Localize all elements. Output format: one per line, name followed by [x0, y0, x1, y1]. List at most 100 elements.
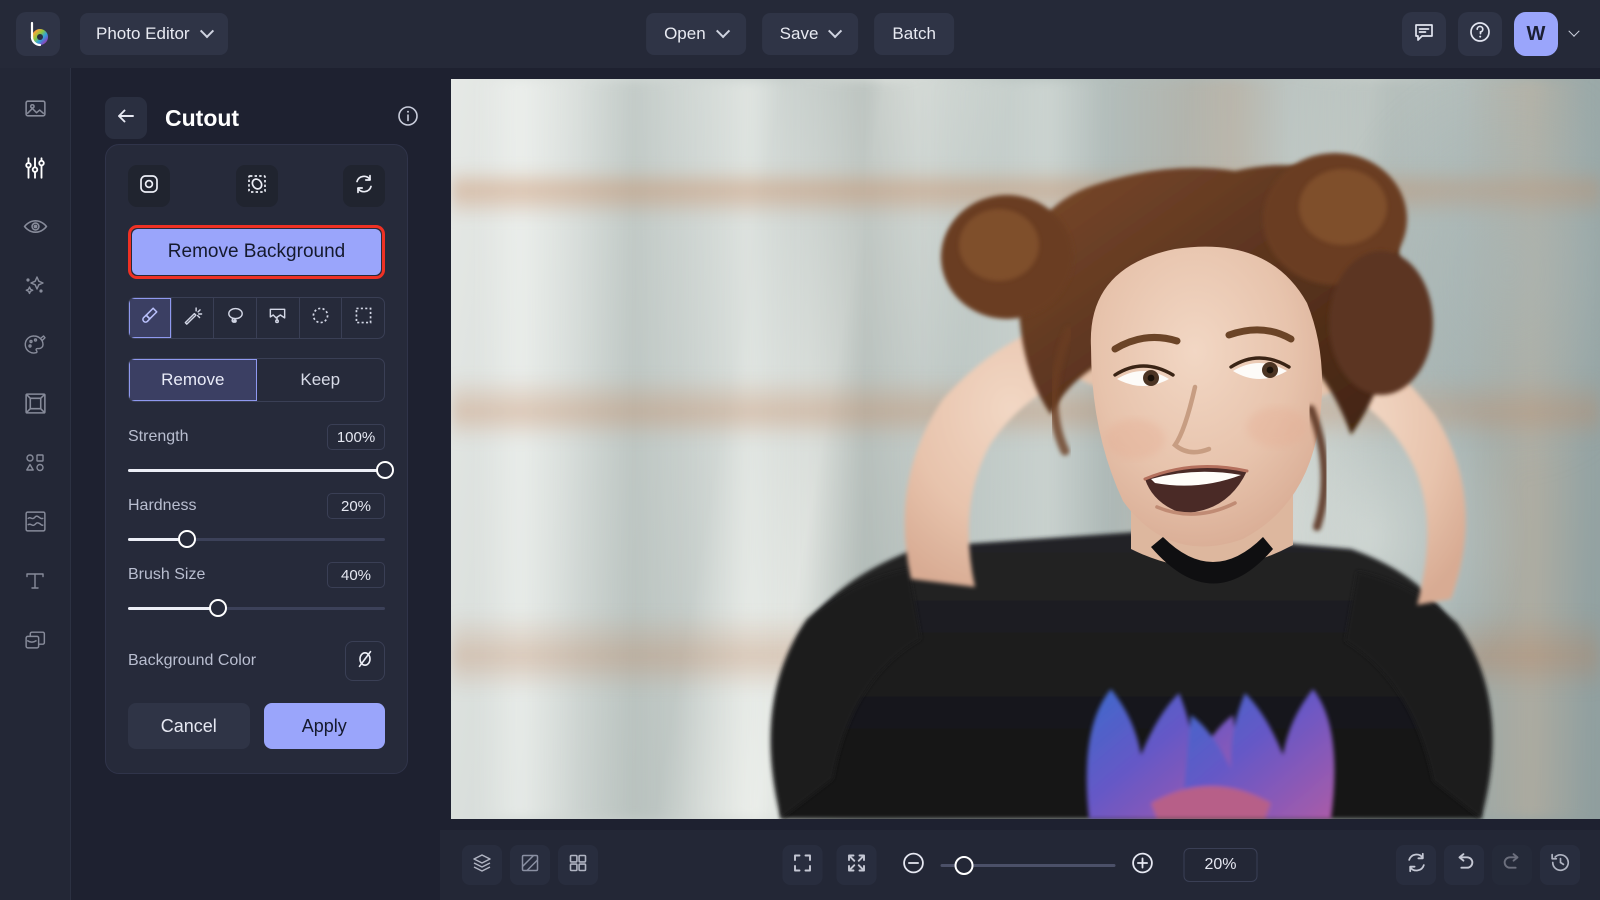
dashed-cutout-icon [246, 173, 268, 200]
strength-slider[interactable] [128, 461, 385, 479]
apply-button[interactable]: Apply [264, 703, 386, 749]
grid-button[interactable] [558, 845, 598, 885]
zoom-in-button[interactable] [1130, 850, 1156, 881]
avatar-initial: W [1527, 23, 1546, 46]
tool-lasso[interactable] [214, 298, 257, 338]
undo-button[interactable] [1444, 845, 1484, 885]
hardness-knob[interactable] [178, 530, 196, 548]
photo-editor-app: Photo Editor Open Save Batch [0, 0, 1600, 900]
no-color-slash-icon [354, 648, 376, 675]
shapes-icon [22, 450, 48, 481]
strength-knob[interactable] [376, 461, 394, 479]
apply-label: Apply [302, 716, 347, 737]
brush-size-value[interactable]: 40% [327, 562, 385, 588]
refresh-icon [353, 173, 375, 200]
tool-rail [0, 68, 71, 900]
app-switcher-button[interactable]: Photo Editor [80, 13, 228, 55]
layers-stack-icon [23, 627, 48, 657]
cutout-quick-actions [128, 165, 385, 207]
brush-size-knob[interactable] [209, 599, 227, 617]
tool-polygon-lasso[interactable] [257, 298, 300, 338]
mode-remove-button[interactable]: Remove [129, 359, 257, 401]
sidebar-item-touch-up[interactable] [13, 212, 57, 246]
top-toolbar: Photo Editor Open Save Batch [0, 0, 1600, 68]
reset-circular-arrows-icon [1405, 851, 1428, 879]
cutout-reset-button[interactable] [343, 165, 385, 207]
save-button[interactable]: Save [762, 13, 859, 55]
tool-brush[interactable] [129, 298, 172, 338]
cutout-preset-button[interactable] [128, 165, 170, 207]
dashed-ellipse-icon [310, 305, 331, 331]
brush-size-slider-head: Brush Size 40% [128, 562, 385, 588]
open-button[interactable]: Open [646, 13, 746, 55]
hardness-label: Hardness [128, 497, 196, 515]
layers-button[interactable] [462, 845, 502, 885]
tool-ellipse-select[interactable] [300, 298, 343, 338]
background-color-swatch[interactable] [345, 641, 385, 681]
feedback-button[interactable] [1402, 12, 1446, 56]
zoom-level-value[interactable]: 20% [1184, 848, 1258, 882]
eye-icon [22, 213, 49, 245]
image-icon [23, 96, 48, 126]
cutout-card: Remove Background [105, 144, 408, 774]
open-button-label: Open [664, 24, 706, 44]
panel-back-button[interactable] [105, 97, 147, 139]
app-logo-button[interactable] [16, 12, 60, 56]
photo-canvas[interactable] [451, 79, 1600, 819]
zoom-knob[interactable] [955, 856, 974, 875]
save-button-label: Save [780, 24, 819, 44]
lasso-icon [225, 305, 246, 331]
sidebar-item-image[interactable] [13, 94, 57, 128]
mode-segmented-control: Remove Keep [128, 358, 385, 402]
hardness-value[interactable]: 20% [327, 493, 385, 519]
sidebar-item-textures[interactable] [13, 507, 57, 541]
history-clock-icon [1549, 851, 1572, 879]
transparency-button[interactable] [510, 845, 550, 885]
help-button[interactable] [1458, 12, 1502, 56]
history-button[interactable] [1540, 845, 1580, 885]
actual-size-button[interactable] [837, 845, 877, 885]
strength-label: Strength [128, 428, 188, 446]
cancel-label: Cancel [161, 716, 217, 737]
mode-keep-button[interactable]: Keep [257, 359, 385, 401]
tool-magic-wand[interactable] [172, 298, 215, 338]
sidebar-item-effects[interactable] [13, 271, 57, 305]
cutout-marquee-button[interactable] [236, 165, 278, 207]
cancel-button[interactable]: Cancel [128, 703, 250, 749]
sidebar-item-artsy[interactable] [13, 330, 57, 364]
bottom-toolbar: 20% [440, 830, 1600, 900]
canvas-area[interactable] [440, 68, 1600, 830]
sidebar-item-text[interactable] [13, 566, 57, 600]
hardness-slider-block: Hardness 20% [128, 493, 385, 548]
brush-size-slider[interactable] [128, 599, 385, 617]
info-circle-icon [396, 104, 420, 133]
mode-remove-label: Remove [161, 370, 224, 390]
strength-slider-head: Strength 100% [128, 424, 385, 450]
avatar-chevron-down-icon[interactable] [1568, 26, 1579, 37]
sidebar-item-edit[interactable] [13, 153, 57, 187]
chevron-down-icon [716, 24, 730, 38]
fit-to-screen-button[interactable] [783, 845, 823, 885]
chat-bubble-icon [1413, 21, 1435, 48]
reset-button[interactable] [1396, 845, 1436, 885]
panel-info-button[interactable] [396, 104, 420, 133]
zoom-out-button[interactable] [901, 850, 927, 881]
grid-four-icon [567, 852, 589, 879]
batch-button[interactable]: Batch [874, 13, 953, 55]
polygon-lasso-icon [267, 305, 288, 331]
remove-background-button[interactable]: Remove Background [132, 229, 381, 275]
chevron-down-icon [828, 24, 842, 38]
minus-circle-icon [901, 850, 927, 881]
sidebar-item-frames[interactable] [13, 389, 57, 423]
user-avatar[interactable]: W [1514, 12, 1558, 56]
hardness-slider[interactable] [128, 530, 385, 548]
plus-circle-icon [1130, 850, 1156, 881]
remove-background-label: Remove Background [168, 241, 345, 263]
redo-button[interactable] [1492, 845, 1532, 885]
strength-value[interactable]: 100% [327, 424, 385, 450]
sidebar-item-layers[interactable] [13, 625, 57, 659]
zoom-slider[interactable] [941, 856, 1116, 874]
sidebar-item-graphics[interactable] [13, 448, 57, 482]
tool-rectangle-select[interactable] [342, 298, 384, 338]
expand-brackets-icon [792, 852, 814, 879]
